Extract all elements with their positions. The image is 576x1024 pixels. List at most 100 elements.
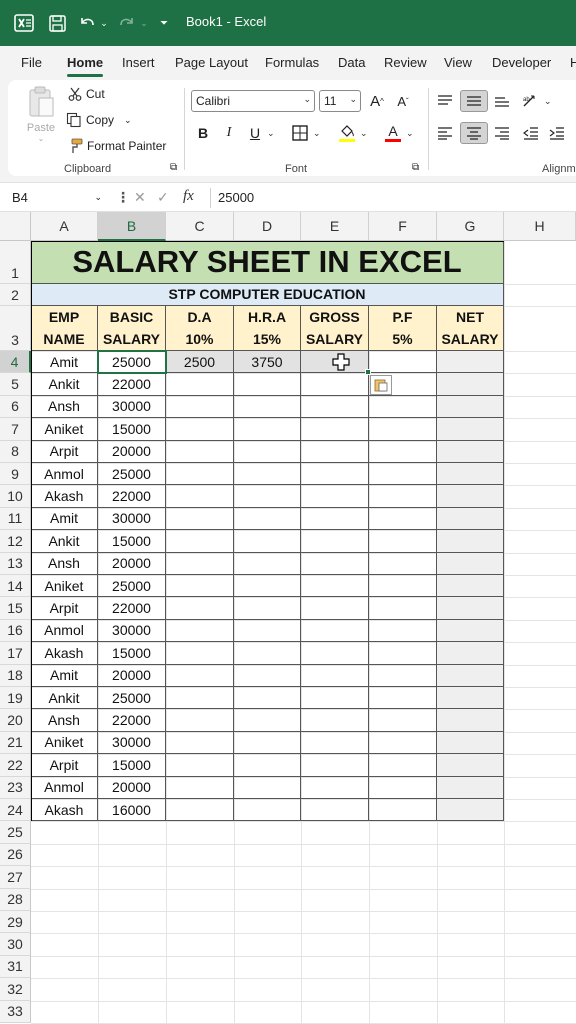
- cell-gross-salary[interactable]: [301, 418, 369, 441]
- customize-quick-access-icon[interactable]: ⏷: [157, 0, 171, 46]
- cell-net-salary[interactable]: [437, 552, 504, 575]
- paste-button[interactable]: Paste ⌄: [24, 86, 58, 143]
- cell-gross-salary[interactable]: [301, 619, 369, 643]
- underline-dropdown-icon[interactable]: ⌄: [267, 128, 275, 139]
- cell-basic-salary[interactable]: 20000: [98, 776, 166, 799]
- cell-gross-salary[interactable]: [301, 642, 369, 665]
- cell-da[interactable]: [166, 664, 234, 687]
- cell-emp-name[interactable]: Ansh: [31, 552, 98, 575]
- row-header-20[interactable]: 20: [0, 709, 31, 732]
- font-launcher-icon[interactable]: ⧉: [412, 162, 419, 173]
- column-heading[interactable]: NET SALARY: [437, 306, 504, 351]
- cell-net-salary[interactable]: [437, 395, 504, 419]
- cell-emp-name[interactable]: Amit: [31, 351, 98, 374]
- row-header-1[interactable]: 1: [0, 241, 31, 284]
- decrease-font-size-button[interactable]: Aˇ: [392, 90, 414, 112]
- cell-basic-salary[interactable]: 15000: [98, 418, 166, 441]
- cell-net-salary[interactable]: [437, 709, 504, 732]
- row-header-11[interactable]: 11: [0, 507, 31, 531]
- row-header-6[interactable]: 6: [0, 395, 31, 419]
- cell-pf[interactable]: [369, 799, 437, 822]
- row-header-31[interactable]: 31: [0, 955, 31, 979]
- increase-indent-button[interactable]: [546, 122, 568, 144]
- cell-basic-salary[interactable]: 15000: [98, 754, 166, 777]
- cell-da[interactable]: [166, 507, 234, 531]
- cell-hra[interactable]: [234, 687, 301, 710]
- align-bottom-button[interactable]: [491, 90, 513, 112]
- cell-pf[interactable]: [369, 619, 437, 643]
- cell-da[interactable]: [166, 776, 234, 799]
- column-heading[interactable]: H.R.A 15%: [234, 306, 301, 351]
- cell-da[interactable]: [166, 754, 234, 777]
- borders-dropdown-icon[interactable]: ⌄: [313, 128, 321, 139]
- cut-button[interactable]: Cut: [68, 87, 105, 101]
- row-header-9[interactable]: 9: [0, 463, 31, 486]
- row-header-14[interactable]: 14: [0, 575, 31, 598]
- cell-gross-salary[interactable]: [301, 507, 369, 531]
- cell-hra[interactable]: [234, 709, 301, 732]
- cell-gross-salary[interactable]: [301, 485, 369, 508]
- undo-dropdown-icon[interactable]: ⌄: [98, 0, 110, 46]
- cell-hra[interactable]: [234, 776, 301, 799]
- column-header-b[interactable]: B: [98, 212, 166, 241]
- cell-hra[interactable]: [234, 754, 301, 777]
- row-header-3[interactable]: 3: [0, 306, 31, 351]
- row-header-26[interactable]: 26: [0, 843, 31, 867]
- fill-color-dropdown-icon[interactable]: ⌄: [360, 128, 368, 139]
- column-header-f[interactable]: F: [369, 212, 437, 241]
- cell-hra[interactable]: [234, 619, 301, 643]
- cell-pf[interactable]: [369, 463, 437, 486]
- undo-icon[interactable]: [76, 0, 98, 46]
- cell-emp-name[interactable]: Aniket: [31, 731, 98, 755]
- cell-gross-salary[interactable]: [301, 687, 369, 710]
- row-header-13[interactable]: 13: [0, 552, 31, 575]
- column-header-e[interactable]: E: [301, 212, 369, 241]
- row-header-2[interactable]: 2: [0, 284, 31, 306]
- row-header-25[interactable]: 25: [0, 821, 31, 844]
- column-header-g[interactable]: G: [437, 212, 504, 241]
- formula-input[interactable]: 25000: [210, 188, 576, 208]
- increase-font-size-button[interactable]: A ^: [366, 90, 388, 112]
- row-header-21[interactable]: 21: [0, 731, 31, 755]
- row-header-32[interactable]: 32: [0, 978, 31, 1001]
- tab-page-layout[interactable]: Page Layout: [175, 55, 248, 70]
- tab-data[interactable]: Data: [338, 55, 365, 70]
- cell-hra[interactable]: [234, 463, 301, 486]
- cell-hra[interactable]: [234, 731, 301, 755]
- copy-button[interactable]: Copy ⌄: [66, 112, 132, 128]
- cell-emp-name[interactable]: Arpit: [31, 754, 98, 777]
- cell-hra[interactable]: [234, 440, 301, 463]
- cell-da[interactable]: [166, 575, 234, 598]
- row-header-24[interactable]: 24: [0, 799, 31, 822]
- cell-basic-salary[interactable]: 16000: [98, 799, 166, 822]
- cell-hra[interactable]: [234, 507, 301, 531]
- cell-da[interactable]: [166, 463, 234, 486]
- cell-net-salary[interactable]: [437, 575, 504, 598]
- cell-basic-salary[interactable]: 20000: [98, 664, 166, 687]
- cell-emp-name[interactable]: Amit: [31, 664, 98, 687]
- cell-basic-salary[interactable]: 25000: [98, 575, 166, 598]
- column-header-d[interactable]: D: [234, 212, 301, 241]
- cell-hra[interactable]: [234, 642, 301, 665]
- cell-net-salary[interactable]: [437, 373, 504, 396]
- cell-gross-salary[interactable]: [301, 575, 369, 598]
- cell-hra[interactable]: [234, 418, 301, 441]
- cell-pf[interactable]: [369, 575, 437, 598]
- cell-pf[interactable]: [369, 530, 437, 553]
- more-options-icon[interactable]: ⋮: [116, 189, 130, 206]
- cell-emp-name[interactable]: Aniket: [31, 418, 98, 441]
- cell-pf[interactable]: [369, 709, 437, 732]
- cell-hra[interactable]: [234, 552, 301, 575]
- column-heading[interactable]: BASIC SALARY: [98, 306, 166, 351]
- cell-hra[interactable]: [234, 799, 301, 822]
- cell-pf[interactable]: [369, 687, 437, 710]
- cell-emp-name[interactable]: Anmol: [31, 619, 98, 643]
- cell-hra[interactable]: [234, 575, 301, 598]
- cell-basic-salary[interactable]: 15000: [98, 530, 166, 553]
- font-name-combo[interactable]: Calibri ⌄: [191, 90, 315, 112]
- cell-pf[interactable]: [369, 351, 437, 374]
- cell-emp-name[interactable]: Akash: [31, 485, 98, 508]
- cell-gross-salary[interactable]: [301, 395, 369, 419]
- align-top-button[interactable]: [434, 90, 456, 112]
- row-header-10[interactable]: 10: [0, 485, 31, 508]
